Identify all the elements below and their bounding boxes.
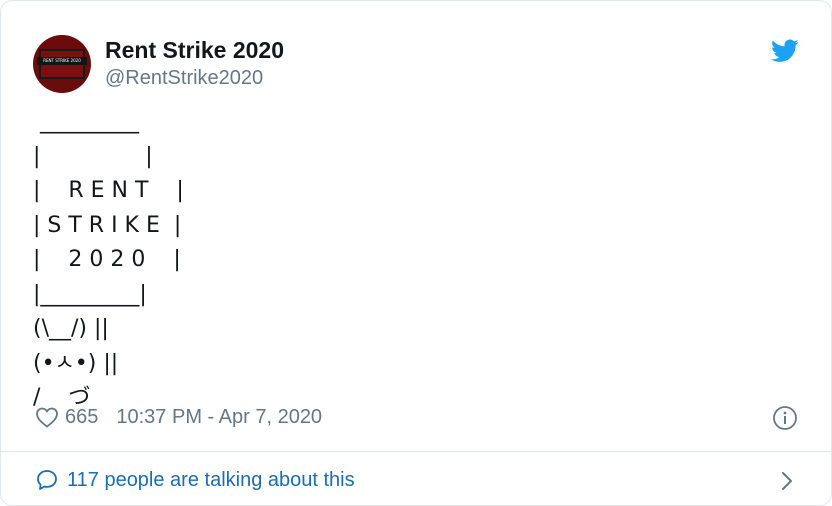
tweet-text-line: |_________| bbox=[33, 281, 147, 307]
divider bbox=[1, 451, 831, 452]
tweet-text-line: _________ bbox=[33, 109, 139, 134]
timestamp-link[interactable]: 10:37 PM - Apr 7, 2020 bbox=[116, 406, 322, 429]
conversation-link[interactable]: 117 people are talking about this bbox=[35, 466, 355, 494]
tweet-text-line: | R E N T | bbox=[33, 178, 184, 203]
tweet-text-line: (\__/) || bbox=[33, 316, 109, 341]
author-handle[interactable]: @RentStrike2020 bbox=[105, 67, 263, 90]
tweet-text: _________ | | | R E N T | | S T R I K E … bbox=[33, 105, 184, 416]
info-icon[interactable] bbox=[772, 405, 798, 431]
speech-bubble-icon bbox=[37, 470, 57, 490]
tweet-text-line: | S T R I K E | bbox=[33, 212, 182, 238]
avatar[interactable]: RENT STRIKE 2020 bbox=[33, 35, 91, 93]
chevron-right-icon[interactable] bbox=[779, 469, 795, 493]
tweet-text-line: (•ㅅ•) || bbox=[33, 350, 119, 376]
twitter-bird-icon[interactable] bbox=[771, 39, 799, 63]
conversation-link-label[interactable]: 117 people are talking about this bbox=[67, 469, 355, 492]
tweet-embed-card: RENT STRIKE 2020 Rent Strike 2020 @RentS… bbox=[0, 0, 832, 506]
author-name[interactable]: Rent Strike 2020 bbox=[105, 37, 284, 64]
tweet-text-line: | | bbox=[33, 143, 153, 169]
heart-icon[interactable] bbox=[35, 406, 59, 428]
tweet-text-line: | 2 0 2 0 | bbox=[33, 247, 181, 272]
tweet-meta: 665 10:37 PM - Apr 7, 2020 bbox=[35, 403, 322, 431]
like-count[interactable]: 665 bbox=[65, 406, 98, 429]
avatar-banner-text: RENT STRIKE 2020 bbox=[37, 57, 87, 65]
